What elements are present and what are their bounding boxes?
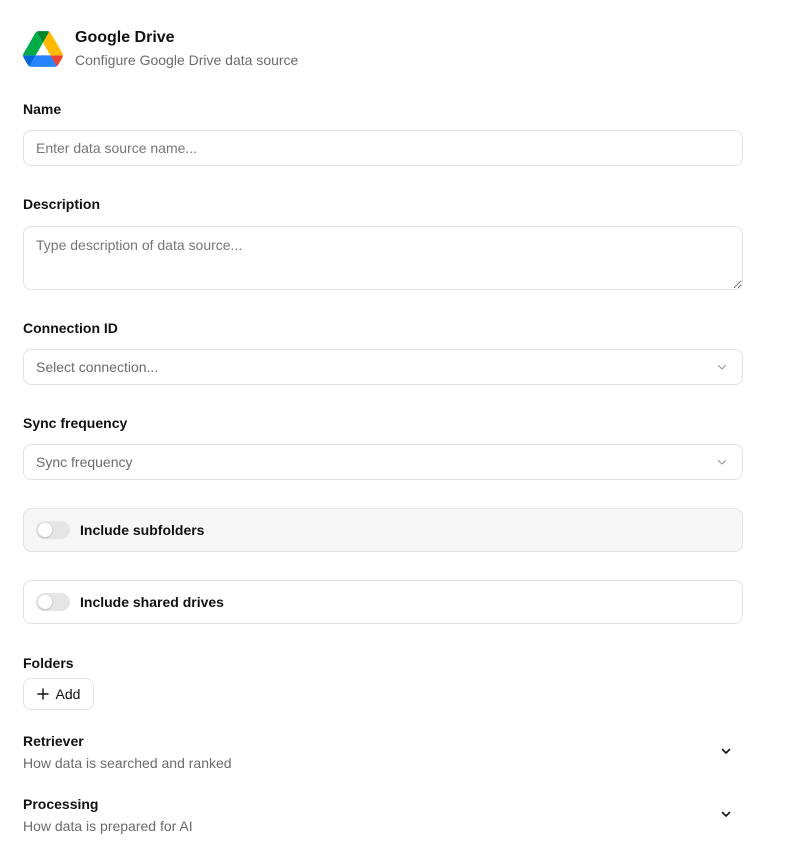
include-subfolders-card: Include subfolders (23, 508, 743, 552)
description-label: Description (23, 196, 101, 212)
add-folder-button[interactable]: Add (23, 678, 94, 710)
include-shared-drives-label: Include shared drives (80, 594, 224, 610)
description-textarea[interactable] (23, 226, 743, 290)
google-drive-logo (23, 31, 63, 67)
chevron-down-icon (717, 459, 727, 465)
sync-frequency-select[interactable]: Sync frequency (23, 444, 743, 480)
chevron-down-icon[interactable] (720, 808, 732, 820)
include-subfolders-switch[interactable] (36, 521, 70, 539)
retriever-description: How data is searched and ranked (23, 755, 232, 771)
include-shared-drives-card: Include shared drives (23, 580, 743, 624)
folders-label: Folders (23, 655, 74, 671)
page-header: Google Drive Configure Google Drive data… (23, 29, 298, 69)
retriever-section[interactable]: Retriever How data is searched and ranke… (23, 733, 743, 771)
switch-knob (38, 595, 52, 609)
page-title: Google Drive (75, 29, 175, 46)
include-subfolders-label: Include subfolders (80, 522, 205, 538)
include-shared-drives-switch[interactable] (36, 593, 70, 611)
processing-section[interactable]: Processing How data is prepared for AI (23, 796, 743, 834)
add-folder-button-label: Add (55, 686, 81, 702)
sync-frequency-label: Sync frequency (23, 415, 128, 431)
processing-title: Processing (23, 796, 99, 812)
connection-select[interactable]: Select connection... (23, 349, 743, 385)
processing-description: How data is prepared for AI (23, 818, 193, 834)
name-label: Name (23, 101, 62, 117)
connection-id-label: Connection ID (23, 320, 118, 336)
retriever-title: Retriever (23, 733, 84, 749)
plus-icon (36, 688, 49, 700)
chevron-down-icon (717, 364, 727, 370)
chevron-down-icon[interactable] (720, 745, 732, 757)
connection-select-value: Select connection... (36, 359, 159, 375)
sync-frequency-select-value: Sync frequency (36, 454, 133, 470)
switch-knob (38, 523, 52, 537)
name-input[interactable] (23, 130, 743, 166)
page-subtitle: Configure Google Drive data source (75, 52, 299, 68)
